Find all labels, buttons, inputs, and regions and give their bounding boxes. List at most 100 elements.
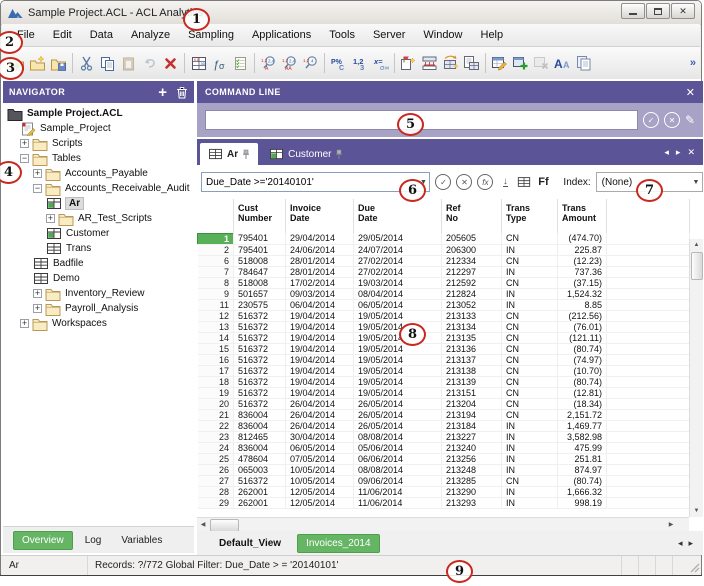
tree-item-sample-project[interactable]: Sample_Project bbox=[3, 121, 194, 136]
table-row[interactable]: 279540124/06/201424/07/2014206300IN225.8… bbox=[198, 244, 690, 255]
table-row[interactable]: 1451637219/04/201419/05/2014213135CN(121… bbox=[198, 332, 690, 343]
menu-server[interactable]: Server bbox=[364, 26, 414, 44]
edit-expression-icon[interactable]: fx bbox=[477, 174, 493, 190]
col-cust-number[interactable]: CustNumber bbox=[234, 199, 286, 233]
minimize-button[interactable] bbox=[621, 3, 645, 19]
edit-command-icon[interactable]: ✎ bbox=[685, 113, 695, 127]
extract-with-flag-icon[interactable] bbox=[398, 52, 419, 74]
tree-item-payroll-analysis[interactable]: Payroll_Analysis bbox=[3, 301, 194, 316]
table-row[interactable]: 1351637219/04/201419/05/2014213134CN(76.… bbox=[198, 321, 690, 332]
cut-icon[interactable] bbox=[76, 52, 97, 74]
close-tab-icon[interactable]: ✕ bbox=[687, 147, 695, 158]
expand-icon[interactable] bbox=[33, 304, 42, 313]
verify-sequence-icon[interactable]: 1,32,4A bbox=[258, 52, 279, 74]
table-row[interactable]: 851800817/02/201419/03/2014212592CN(37.1… bbox=[198, 277, 690, 288]
pin-icon[interactable] bbox=[335, 149, 343, 160]
new-project-icon[interactable] bbox=[27, 52, 48, 74]
trash-icon[interactable] bbox=[176, 86, 188, 99]
table-row[interactable]: 1751637219/04/201419/05/2014213138CN(10.… bbox=[198, 365, 690, 376]
count-icon[interactable]: 1,23 bbox=[349, 52, 370, 74]
col-trans-type[interactable]: TransType bbox=[502, 199, 558, 233]
tree-item-ar-test-scripts[interactable]: AR_Test_Scripts bbox=[3, 211, 194, 226]
menu-applications[interactable]: Applications bbox=[243, 26, 320, 44]
total-icon[interactable]: x=σ∞ bbox=[370, 52, 391, 74]
table-row[interactable]: 2826200112/05/201411/06/2014213290IN1,66… bbox=[198, 486, 690, 497]
close-button[interactable]: ✕ bbox=[671, 3, 695, 19]
table-row[interactable]: 2283600426/04/201426/05/2014213184IN1,46… bbox=[198, 420, 690, 431]
report-table-icon[interactable] bbox=[461, 52, 482, 74]
font-icon[interactable]: AA bbox=[552, 52, 573, 74]
col-trans-amount[interactable]: TransAmount bbox=[558, 199, 607, 233]
scroll-up-icon[interactable]: ▲ bbox=[690, 239, 703, 251]
statistics-icon[interactable]: ƒσ bbox=[209, 52, 230, 74]
table-row[interactable]: 1123057506/04/201406/05/2014213052IN8.85 bbox=[198, 299, 690, 310]
clear-command-icon[interactable]: ✕ bbox=[664, 112, 680, 128]
resize-grip[interactable] bbox=[689, 556, 701, 575]
menu-edit[interactable]: Edit bbox=[44, 26, 81, 44]
script-checklist-icon[interactable] bbox=[230, 52, 251, 74]
table-row[interactable]: 1951637219/04/201419/05/2014213151CN(12.… bbox=[198, 387, 690, 398]
collapse-icon[interactable] bbox=[20, 154, 29, 163]
filter-combobox[interactable]: ▼ bbox=[201, 172, 430, 192]
tab-log[interactable]: Log bbox=[77, 532, 110, 549]
summarize-icon[interactable] bbox=[419, 52, 440, 74]
add-item-icon[interactable]: + bbox=[158, 85, 167, 100]
col-ref-no[interactable]: RefNo bbox=[442, 199, 502, 233]
tree-item-customer[interactable]: Customer bbox=[3, 226, 194, 241]
tree-item-sample-project-acl[interactable]: Sample Project.ACL bbox=[3, 106, 194, 121]
tree-item-accounts-payable[interactable]: Accounts_Payable bbox=[3, 166, 194, 181]
view-tab-invoices-2014[interactable]: Invoices_2014 bbox=[297, 534, 380, 553]
maximize-button[interactable] bbox=[646, 3, 670, 19]
tab-variables[interactable]: Variables bbox=[113, 532, 170, 549]
close-icon[interactable]: ✕ bbox=[686, 86, 695, 99]
table-row[interactable]: 1551637219/04/201419/05/2014213136CN(80.… bbox=[198, 343, 690, 354]
tree-item-trans[interactable]: Trans bbox=[3, 241, 194, 256]
tree-item-inventory-review[interactable]: Inventory_Review bbox=[3, 286, 194, 301]
paste-icon[interactable] bbox=[118, 52, 139, 74]
table-row[interactable]: 1251637219/04/201419/05/2014213133CN(212… bbox=[198, 310, 690, 321]
expand-icon[interactable] bbox=[46, 214, 55, 223]
expand-icon[interactable] bbox=[20, 139, 29, 148]
prev-view-icon[interactable]: ◂ bbox=[678, 538, 683, 549]
toolbar-overflow-button[interactable]: » bbox=[690, 57, 696, 69]
copy-icon[interactable] bbox=[97, 52, 118, 74]
col-invoice-date[interactable]: InvoiceDate bbox=[286, 199, 354, 233]
tree-item-scripts[interactable]: Scripts bbox=[3, 136, 194, 151]
menu-analyze[interactable]: Analyze bbox=[122, 26, 179, 44]
grid-view-icon[interactable] bbox=[517, 175, 531, 189]
menu-window[interactable]: Window bbox=[414, 26, 471, 44]
search-sequence-icon[interactable]: 1,22,4AA bbox=[279, 52, 300, 74]
table-row[interactable]: 2751637210/05/201409/06/2014213285CN(80.… bbox=[198, 475, 690, 486]
find-sequence-icon[interactable]: 1,24 bbox=[300, 52, 321, 74]
goto-record-icon[interactable]: ↓ bbox=[498, 175, 512, 189]
edit-view-icon[interactable] bbox=[489, 52, 510, 74]
table-row[interactable]: 2926200112/05/201411/06/2014213293IN998.… bbox=[198, 497, 690, 508]
doc-tab-customer[interactable]: Customer bbox=[261, 143, 351, 165]
tree-item-accounts-receivable-audit[interactable]: Accounts_Receivable_Audit bbox=[3, 181, 194, 196]
table-row[interactable]: 2606500310/05/201408/08/2014213248IN874.… bbox=[198, 464, 690, 475]
next-tab-icon[interactable]: ▸ bbox=[676, 147, 681, 158]
table-row[interactable]: 2183600426/04/201426/05/2014213194CN2,15… bbox=[198, 409, 690, 420]
table-row[interactable]: 2051637226/04/201426/05/2014213204CN(18.… bbox=[198, 398, 690, 409]
table-layout-icon[interactable]: 6.8365 bbox=[188, 52, 209, 74]
scroll-right-icon[interactable]: ▶ bbox=[665, 518, 677, 531]
run-command-icon[interactable]: ✓ bbox=[643, 112, 659, 128]
prev-tab-icon[interactable]: ◂ bbox=[664, 147, 669, 158]
pin-icon[interactable] bbox=[242, 149, 250, 160]
tree-item-workspaces[interactable]: Workspaces bbox=[3, 316, 194, 331]
table-row[interactable]: 1651637219/04/201419/05/2014213137CN(74.… bbox=[198, 354, 690, 365]
menu-tools[interactable]: Tools bbox=[320, 26, 364, 44]
remove-column-icon[interactable] bbox=[531, 52, 552, 74]
table-row[interactable]: 2381246530/04/201408/08/2014213227IN3,58… bbox=[198, 431, 690, 442]
undo-icon[interactable] bbox=[139, 52, 160, 74]
menu-help[interactable]: Help bbox=[472, 26, 513, 44]
table-row[interactable]: 778464728/01/201427/02/2014212297IN737.3… bbox=[198, 266, 690, 277]
doc-tab-ar[interactable]: Ar bbox=[200, 143, 258, 165]
expand-icon[interactable] bbox=[20, 319, 29, 328]
expand-icon[interactable] bbox=[33, 289, 42, 298]
chevron-down-icon[interactable]: ▼ bbox=[690, 179, 702, 186]
vertical-scroll-thumb[interactable] bbox=[691, 252, 703, 280]
save-project-icon[interactable] bbox=[48, 52, 69, 74]
profile-icon[interactable]: P%C bbox=[328, 52, 349, 74]
menu-data[interactable]: Data bbox=[81, 26, 122, 44]
